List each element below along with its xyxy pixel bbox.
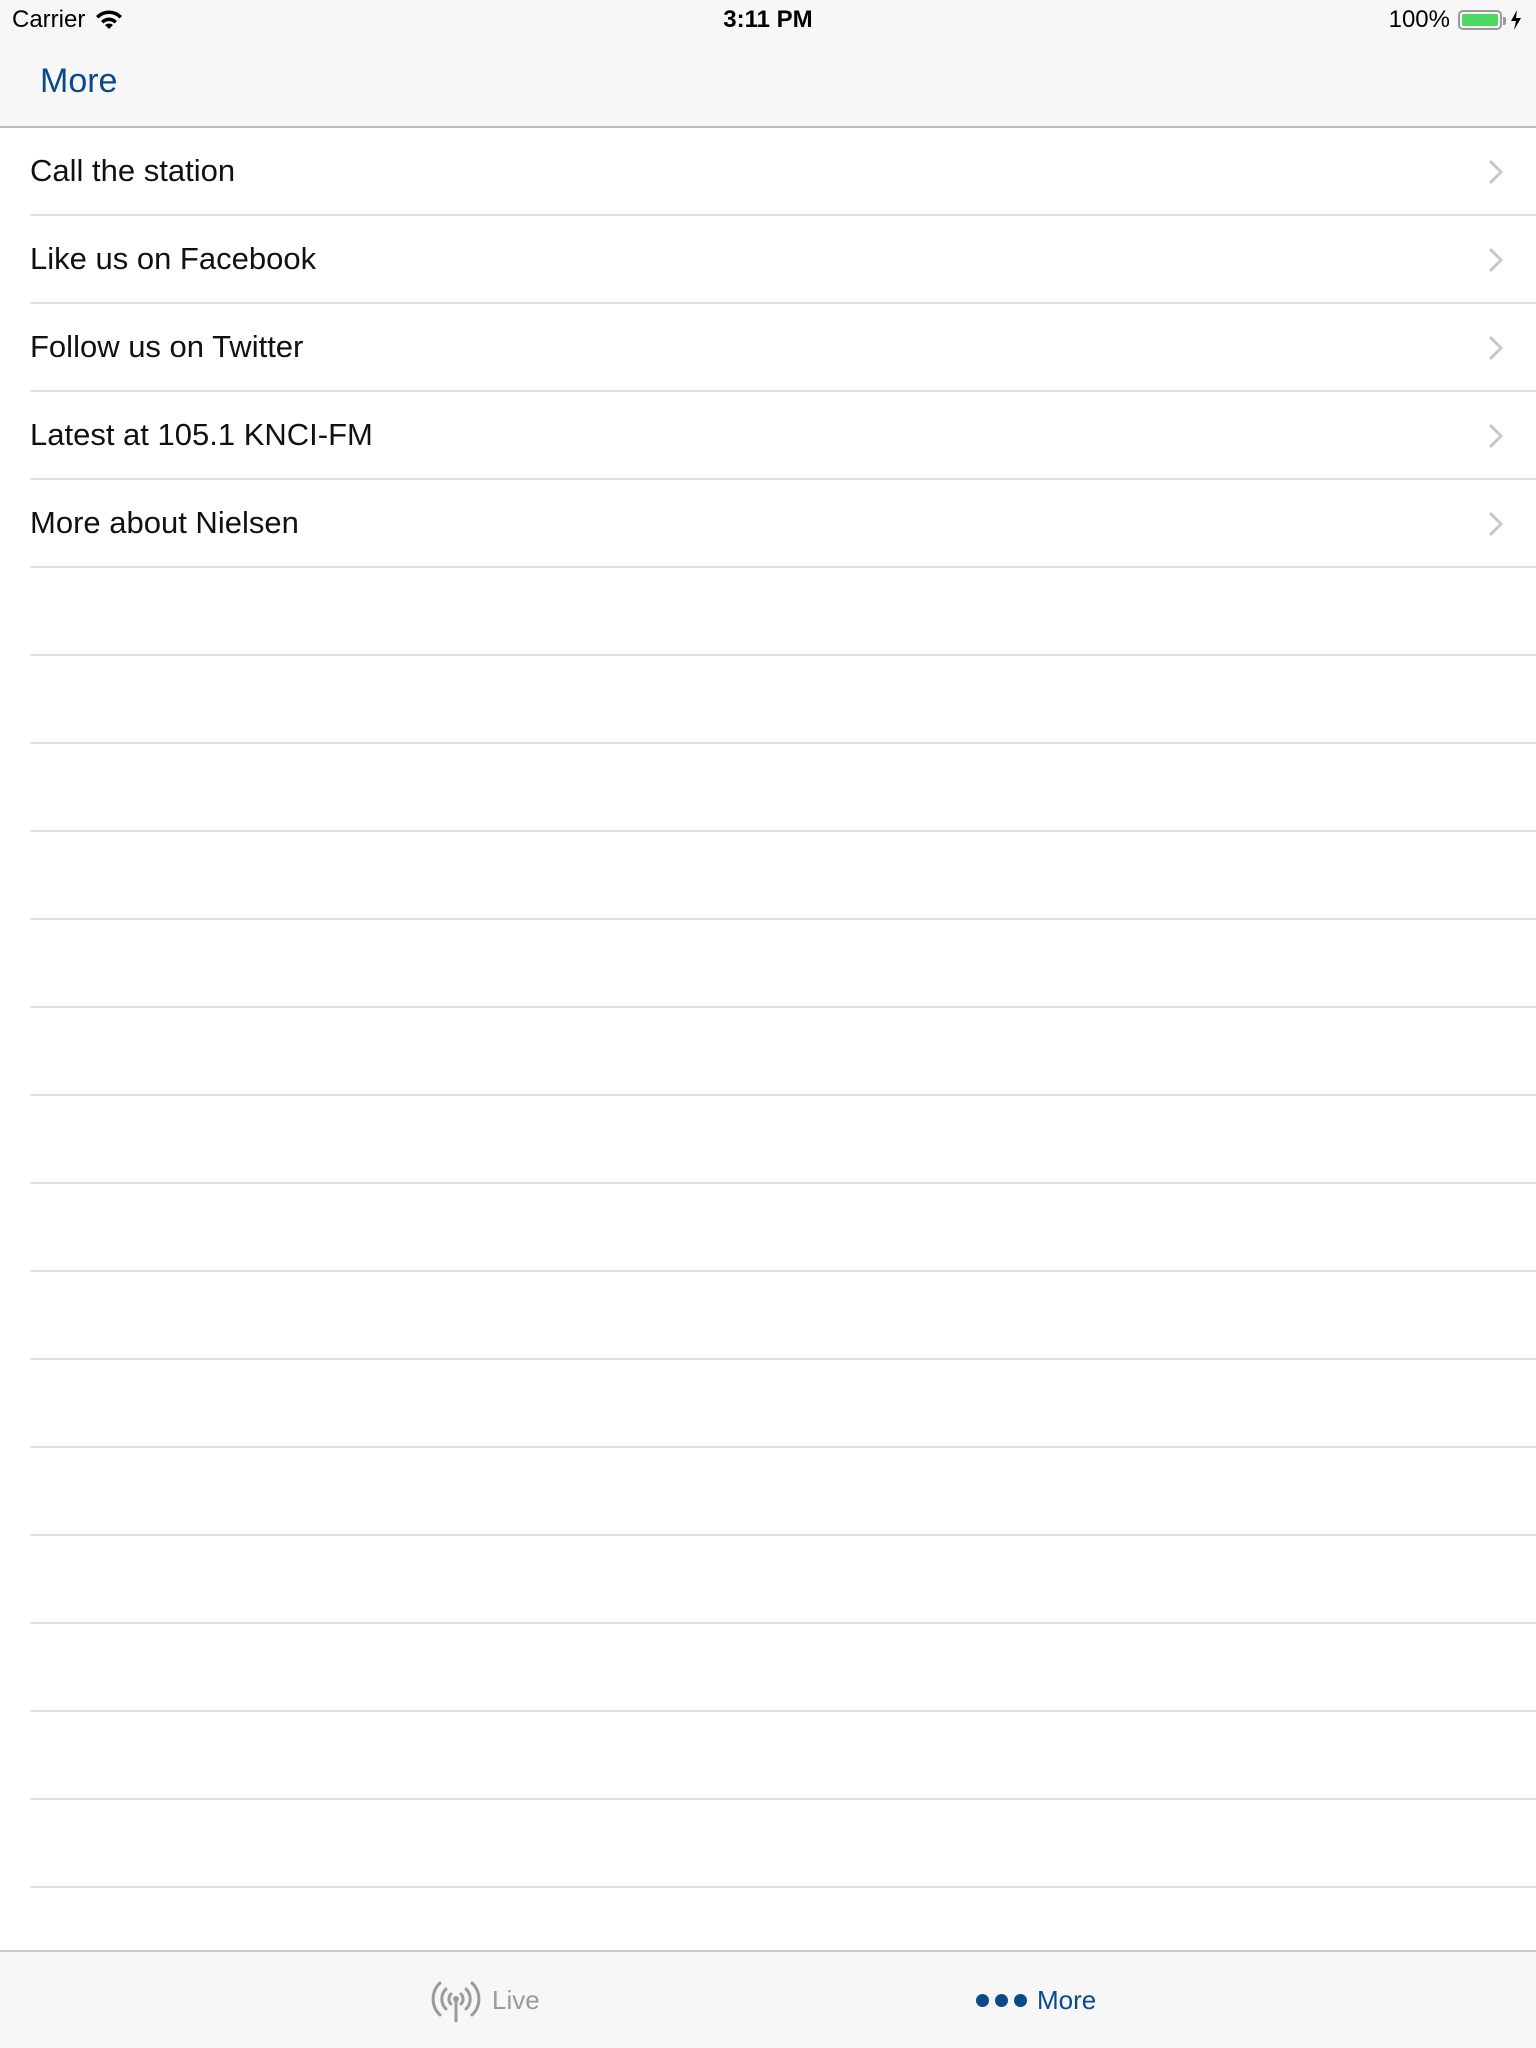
more-menu-list: Call the station Like us on Facebook Fol…: [0, 128, 1536, 1950]
empty-row: [30, 1008, 1536, 1096]
tab-bar: Live More: [0, 1950, 1536, 2048]
empty-row: [30, 1096, 1536, 1184]
empty-row: [30, 1184, 1536, 1272]
empty-row: [30, 568, 1536, 656]
page-title: More: [40, 62, 118, 100]
empty-row: [30, 1448, 1536, 1536]
chevron-right-icon: [1488, 247, 1504, 273]
empty-row: [30, 1888, 1536, 1950]
tab-more-label: More: [1037, 1984, 1097, 2015]
empty-row: [30, 1800, 1536, 1888]
battery-percent: 100%: [1388, 6, 1450, 33]
empty-row: [30, 1624, 1536, 1712]
empty-row: [30, 1360, 1536, 1448]
navigation-bar: More: [0, 40, 1536, 128]
list-item-nielsen[interactable]: More about Nielsen: [30, 480, 1536, 568]
chevron-right-icon: [1488, 335, 1504, 361]
empty-row: [30, 744, 1536, 832]
list-item-twitter[interactable]: Follow us on Twitter: [30, 304, 1536, 392]
chevron-right-icon: [1488, 423, 1504, 449]
charging-bolt-icon: [1511, 10, 1521, 30]
empty-row: [30, 832, 1536, 920]
list-item-latest[interactable]: Latest at 105.1 KNCI-FM: [30, 392, 1536, 480]
tab-more[interactable]: More: [976, 1952, 1096, 2048]
battery-icon: [1458, 10, 1506, 30]
empty-row: [30, 1536, 1536, 1624]
list-item-call-station[interactable]: Call the station: [30, 128, 1536, 216]
empty-row: [30, 656, 1536, 744]
clock: 3:11 PM: [723, 6, 813, 33]
dot: [976, 1993, 989, 2007]
list-item-label: Follow us on Twitter: [30, 329, 304, 364]
list-item-facebook[interactable]: Like us on Facebook: [30, 216, 1536, 304]
broadcast-icon: [431, 1981, 481, 2023]
more-dots-icon: [976, 1993, 1027, 2007]
empty-row: [30, 920, 1536, 1008]
battery-group: 100%: [1389, 6, 1522, 34]
list-item-label: More about Nielsen: [30, 505, 299, 540]
empty-row: [30, 1712, 1536, 1800]
battery-fill: [1462, 14, 1498, 26]
chevron-right-icon: [1488, 511, 1504, 537]
tab-live[interactable]: Live: [430, 1952, 540, 2048]
list-item-label: Like us on Facebook: [30, 241, 317, 276]
list-item-label: Latest at 105.1 KNCI-FM: [30, 417, 373, 452]
tab-live-label: Live: [492, 1984, 540, 2015]
dot: [1014, 1993, 1027, 2007]
list-item-label: Call the station: [30, 153, 236, 188]
empty-row: [30, 1272, 1536, 1360]
chevron-right-icon: [1488, 159, 1504, 185]
dot: [995, 1993, 1008, 2007]
status-bar: Carrier 3:11 PM 100%: [0, 0, 1536, 40]
